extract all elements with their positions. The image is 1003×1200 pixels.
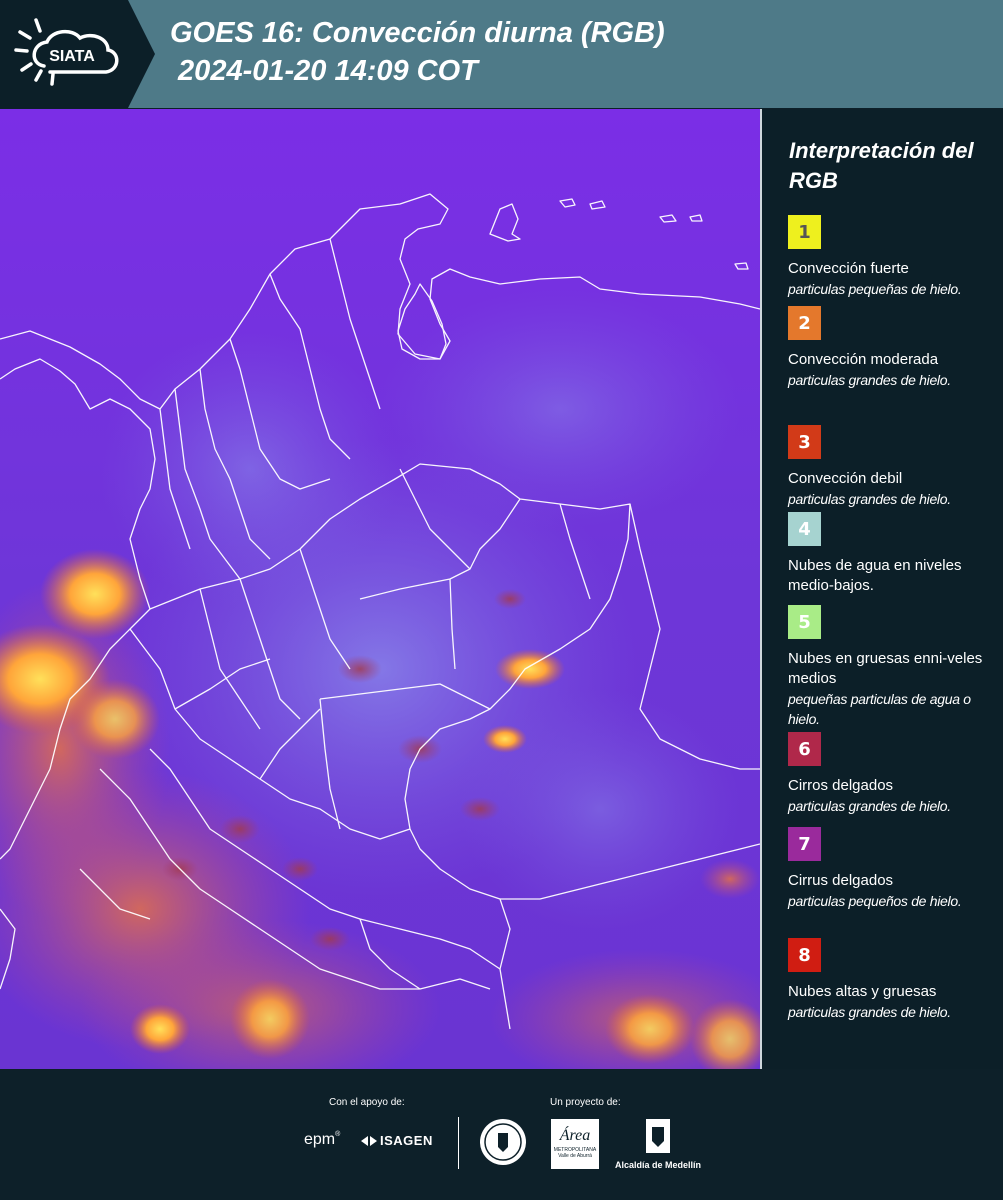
- legend-label-6: Cirros delgados: [788, 777, 894, 794]
- legend-swatch-7: 7: [788, 827, 821, 861]
- legend-sublabel-7: particulas pequeños de hielo.: [788, 893, 962, 909]
- legend-item-7: 7 Cirrus delgados particulas pequeños de h…: [788, 827, 998, 911]
- satellite-map: [0, 109, 762, 1069]
- legend-swatch-8: 8: [788, 938, 821, 972]
- legend-sublabel-5: pequeñas particulas de agua o hielo.: [788, 691, 971, 727]
- legend-item-4: 4 Nubes de agua en niveles medio-bajos.: [788, 512, 998, 596]
- logo-text: SIATA: [49, 48, 95, 65]
- epm-logo: epm®: [304, 1131, 341, 1148]
- alcaldia-logo: [610, 1117, 705, 1162]
- legend-item-1: 1 Convección fuerte particulas pequeñas de…: [788, 215, 998, 299]
- legend-sublabel-8: particulas grandes de hielo.: [788, 1004, 951, 1020]
- isagen-text: ISAGEN: [380, 1133, 433, 1148]
- legend-swatch-3: 3: [788, 425, 821, 459]
- legend-item-5: 5 Nubes en gruesas enni-veles medios peque…: [788, 605, 998, 729]
- legend-swatch-1: 1: [788, 215, 821, 249]
- legend-swatch-4: 4: [788, 512, 821, 546]
- footer-divider: [458, 1117, 459, 1169]
- legend-item-2: 2 Convección moderada particulas grandes d…: [788, 306, 998, 390]
- legend-sublabel-6: particulas grandes de hielo.: [788, 798, 951, 814]
- legend-sublabel-3: particulas grandes de hielo.: [788, 491, 951, 507]
- title-line-1: GOES 16: Convección diurna (RGB): [170, 17, 665, 49]
- siata-logo: SIATA: [0, 0, 155, 108]
- area-logo-sub: METROPOLITANA Valle de Aburrá: [553, 1147, 597, 1159]
- legend-label-7: Cirrus delgados: [788, 872, 894, 889]
- legend-sublabel-2: particulas grandes de hielo.: [788, 372, 951, 388]
- legend-title: Interpretación del RGB: [789, 138, 974, 193]
- epm-text: epm: [304, 1131, 336, 1148]
- legend-item-8: 8 Nubes altas y gruesas particulas grandes…: [788, 938, 998, 1022]
- support-label: Con el apoyo de:: [329, 1097, 405, 1108]
- legend-item-3: 3 Convección debil particulas grandes de h…: [788, 425, 998, 509]
- area-logo-text: Área: [559, 1127, 591, 1144]
- legend-label-8: Nubes altas y gruesas: [788, 983, 937, 1000]
- header-bar: SIATA GOES 16: Convección diurna (RGB) 2…: [0, 0, 1003, 108]
- seal-logo: [478, 1117, 528, 1172]
- legend-swatch-2: 2: [788, 306, 821, 340]
- legend-label-2: Convección moderada: [788, 351, 939, 368]
- title-line-2: 2024-01-20 14:09 COT: [170, 55, 478, 87]
- legend-label-5: Nubes en gruesas enni-veles medios: [788, 650, 983, 687]
- footer: Con el apoyo de: epm® ISAGEN Un proyecto…: [0, 1069, 1003, 1200]
- legend-label-3: Convección debil: [788, 470, 903, 487]
- legend-swatch-6: 6: [788, 732, 821, 766]
- area-metropolitana-logo: Área METROPOLITANA Valle de Aburrá: [551, 1119, 599, 1169]
- legend-panel: Interpretación del RGB 1 Convección fuert…: [762, 109, 1003, 1069]
- legend-swatch-5: 5: [788, 605, 821, 639]
- legend-sublabel-1: particulas pequeñas de hielo.: [788, 281, 962, 297]
- legend-item-6: 6 Cirros delgados particulas grandes de hi…: [788, 732, 998, 816]
- page-title: GOES 16: Convección diurna (RGB) 2024-01…: [170, 14, 665, 90]
- project-label: Un proyecto de:: [550, 1097, 621, 1108]
- legend-label-1: Convección fuerte: [788, 260, 909, 277]
- legend-label-4: Nubes de agua en niveles medio-bajos.: [788, 557, 962, 594]
- isagen-logo: ISAGEN: [360, 1133, 433, 1148]
- alcaldia-text: Alcaldía de Medellín: [614, 1160, 702, 1170]
